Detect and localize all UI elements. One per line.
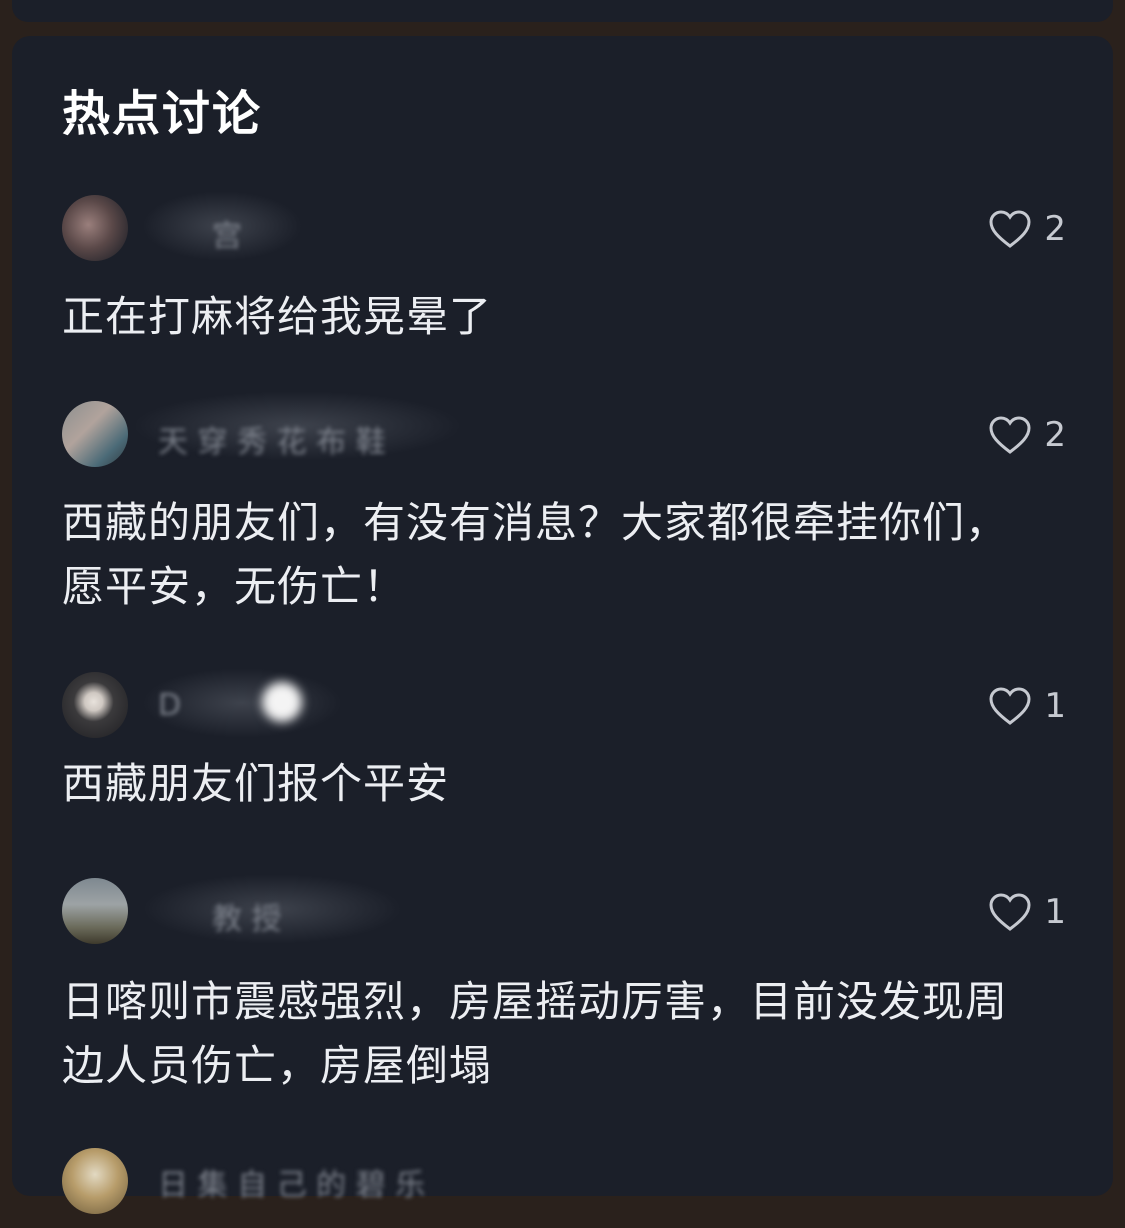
avatar[interactable] [62, 195, 128, 261]
comment-user-row: D 1 [62, 660, 1066, 750]
username[interactable]: 宫 [212, 211, 242, 255]
comment-text: 正在打麻将给我晃晕了 [62, 292, 493, 341]
like-count: 2 [1044, 415, 1066, 455]
like-count: 1 [1044, 686, 1066, 726]
heart-outline-icon [989, 687, 1031, 725]
comment-item[interactable]: 教 授 1 日喀则市震感强烈，房屋摇动厉害，目前没发现周边人员伤亡，房屋倒塌 [62, 866, 1066, 1098]
like-button[interactable]: 1 [988, 892, 1066, 932]
like-button[interactable]: 1 [988, 686, 1066, 726]
like-count: 1 [1044, 892, 1066, 932]
username[interactable]: 天 穿 秀 花 布 鞋 [158, 417, 386, 461]
comment-text: 西藏朋友们报个平安 [62, 759, 450, 808]
avatar[interactable] [62, 878, 128, 944]
like-button[interactable]: 2 [988, 415, 1066, 455]
comment-item[interactable]: 日 集 自 己 的 碧 乐 [62, 1138, 1066, 1228]
blurred-badge [262, 682, 302, 722]
heart-outline-icon [989, 210, 1031, 248]
comment-text: 西藏的朋友们，有没有消息？大家都很牵挂你们，愿平安，无伤亡！ [62, 498, 1009, 611]
username[interactable]: 日 集 自 己 的 碧 乐 [158, 1160, 425, 1204]
avatar[interactable] [62, 401, 128, 467]
comment-text: 日喀则市震感强烈，房屋摇动厉害，目前没发现周边人员伤亡，房屋倒塌 [62, 977, 1009, 1090]
comment-user-row: 天 穿 秀 花 布 鞋 2 [62, 389, 1066, 479]
comment-item[interactable]: 天 穿 秀 花 布 鞋 2 西藏的朋友们，有没有消息？大家都很牵挂你们，愿平安，… [62, 389, 1066, 619]
username[interactable]: 教 授 [212, 894, 282, 938]
comment-user-row: 教 授 1 [62, 866, 1066, 956]
comment-user-row: 日 集 自 己 的 碧 乐 [62, 1138, 1066, 1228]
avatar[interactable] [62, 1148, 128, 1214]
like-button[interactable]: 2 [988, 209, 1066, 249]
previous-card [12, 0, 1113, 22]
heart-outline-icon [989, 416, 1031, 454]
comment-item[interactable]: 宫 2 正在打麻将给我晃晕了 [62, 183, 1066, 349]
avatar[interactable] [62, 672, 128, 738]
username[interactable]: D [158, 688, 181, 723]
heart-outline-icon [989, 893, 1031, 931]
section-title: 热点讨论 [62, 86, 263, 142]
comment-user-row: 宫 2 [62, 183, 1066, 273]
like-count: 2 [1044, 209, 1066, 249]
comment-item[interactable]: D 1 西藏朋友们报个平安 [62, 660, 1066, 816]
